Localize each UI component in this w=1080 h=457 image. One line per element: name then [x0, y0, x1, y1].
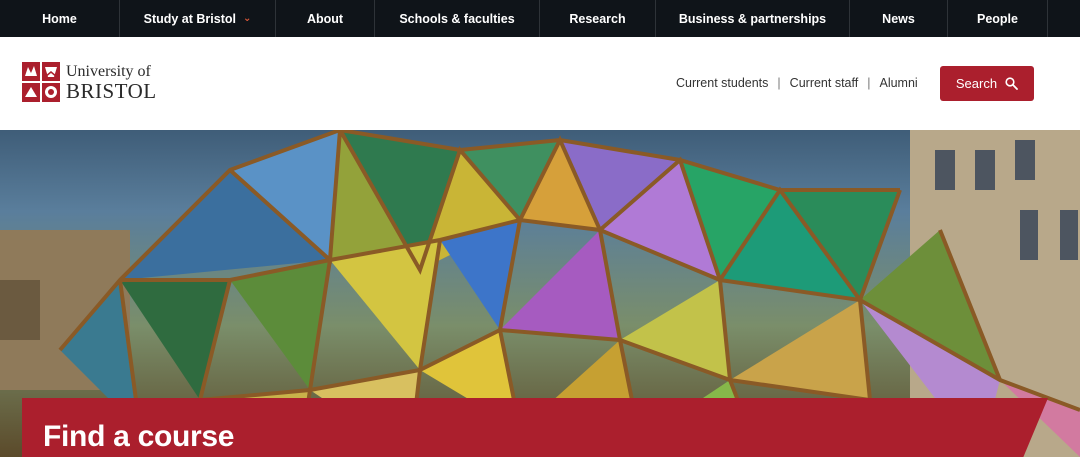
find-course-banner: Find a course [22, 398, 1048, 457]
nav-about[interactable]: About [276, 0, 375, 37]
site-header: University of BRISTOL Current students |… [0, 37, 1080, 130]
top-navigation: Home Study at Bristol ⌄ About Schools & f… [0, 0, 1080, 37]
nav-research-label: Research [569, 11, 626, 26]
nav-schools-faculties[interactable]: Schools & faculties [375, 0, 540, 37]
crest-icon [21, 61, 61, 103]
link-current-students[interactable]: Current students [676, 76, 768, 90]
nav-about-label: About [306, 11, 344, 26]
separator: | [867, 76, 871, 90]
nav-news[interactable]: News [850, 0, 948, 37]
nav-people-label: People [977, 11, 1018, 26]
nav-home[interactable]: Home [0, 0, 120, 37]
link-alumni[interactable]: Alumni [879, 76, 917, 90]
chevron-down-icon: ⌄ [242, 13, 252, 24]
search-button[interactable]: Search [940, 66, 1034, 101]
university-logo[interactable]: University of BRISTOL [21, 61, 157, 103]
nav-people[interactable]: People [948, 0, 1048, 37]
nav-study-label: Study at Bristol [143, 11, 236, 26]
nav-news-label: News [882, 11, 915, 26]
utility-links: Current students | Current staff | Alumn… [676, 76, 918, 90]
nav-business-partnerships[interactable]: Business & partnerships [656, 0, 850, 37]
search-button-label: Search [955, 76, 998, 91]
page-title: Find a course [43, 420, 235, 453]
logo-wordmark: University of BRISTOL [66, 64, 157, 102]
link-current-staff[interactable]: Current staff [790, 76, 859, 90]
nav-schools-label: Schools & faculties [399, 11, 515, 26]
logo-line1: University of [66, 63, 151, 80]
search-icon [1005, 77, 1018, 90]
logo-line2: BRISTOL [66, 79, 157, 103]
nav-home-label: Home [42, 11, 77, 26]
nav-research[interactable]: Research [540, 0, 656, 37]
nav-study-at-bristol[interactable]: Study at Bristol ⌄ [120, 0, 276, 37]
separator: | [777, 76, 781, 90]
nav-business-label: Business & partnerships [678, 11, 827, 26]
